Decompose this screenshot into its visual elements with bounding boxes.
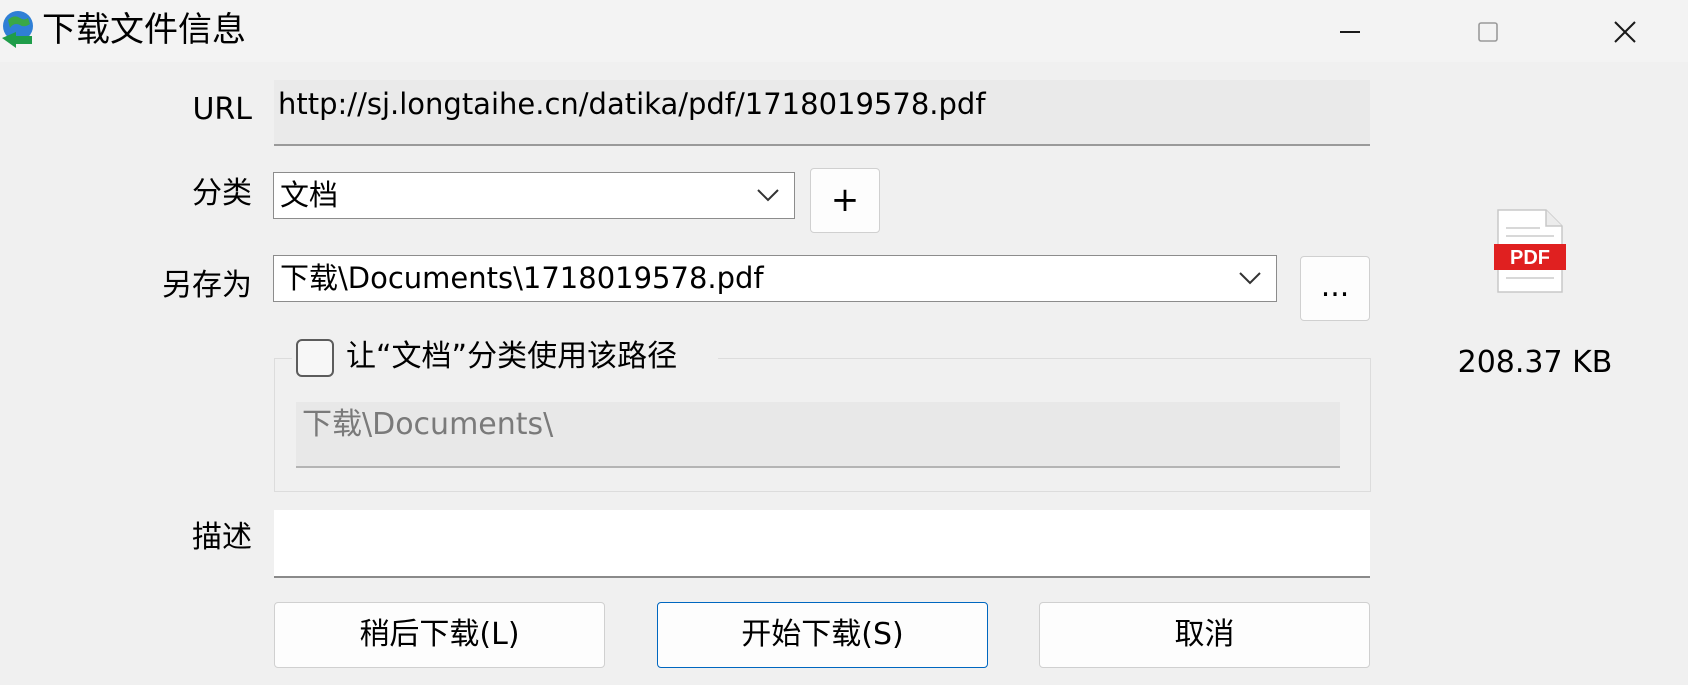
category-select[interactable]: 文档 xyxy=(273,172,795,219)
category-path-field: 下载\Documents\ xyxy=(296,402,1340,468)
chevron-down-icon xyxy=(757,189,779,202)
category-value: 文档 xyxy=(280,178,339,212)
maximize-icon xyxy=(1478,22,1498,42)
maximize-button[interactable] xyxy=(1438,0,1538,62)
use-path-checkbox[interactable] xyxy=(296,339,334,377)
globe-download-icon xyxy=(2,11,33,48)
category-label: 分类 xyxy=(192,176,252,211)
save-as-label: 另存为 xyxy=(162,268,252,303)
minimize-icon xyxy=(1340,31,1360,33)
cancel-button[interactable]: 取消 xyxy=(1039,602,1370,668)
minimize-button[interactable] xyxy=(1300,0,1400,62)
description-label: 描述 xyxy=(192,520,252,555)
use-path-checkbox-label: 让“文档”分类使用该路径 xyxy=(346,339,678,374)
pdf-icon-label: PDF xyxy=(1510,247,1550,269)
start-download-button[interactable]: 开始下载(S) xyxy=(657,602,988,668)
save-as-value: 下载\Documents\1718019578.pdf xyxy=(280,261,764,295)
save-as-select[interactable]: 下载\Documents\1718019578.pdf xyxy=(273,255,1277,302)
close-button[interactable] xyxy=(1575,0,1675,62)
add-category-button[interactable]: + xyxy=(810,168,880,233)
file-size: 208.37 KB xyxy=(1457,345,1613,380)
window-title: 下载文件信息 xyxy=(42,10,246,50)
url-value: http://sj.longtaihe.cn/datika/pdf/171801… xyxy=(278,87,986,121)
use-path-checkbox-row[interactable]: 让“文档”分类使用该路径 xyxy=(292,337,718,377)
close-icon xyxy=(1614,21,1636,43)
title-bar: 下载文件信息 xyxy=(0,0,1688,62)
description-input[interactable] xyxy=(274,510,1370,578)
download-later-button[interactable]: 稍后下载(L) xyxy=(274,602,605,668)
category-path-value: 下载\Documents\ xyxy=(302,407,554,442)
browse-button[interactable]: ... xyxy=(1300,256,1370,321)
pdf-file-icon: PDF xyxy=(1494,209,1566,293)
url-label: URL xyxy=(192,92,252,127)
url-field[interactable]: http://sj.longtaihe.cn/datika/pdf/171801… xyxy=(274,80,1370,146)
chevron-down-icon xyxy=(1239,272,1261,285)
